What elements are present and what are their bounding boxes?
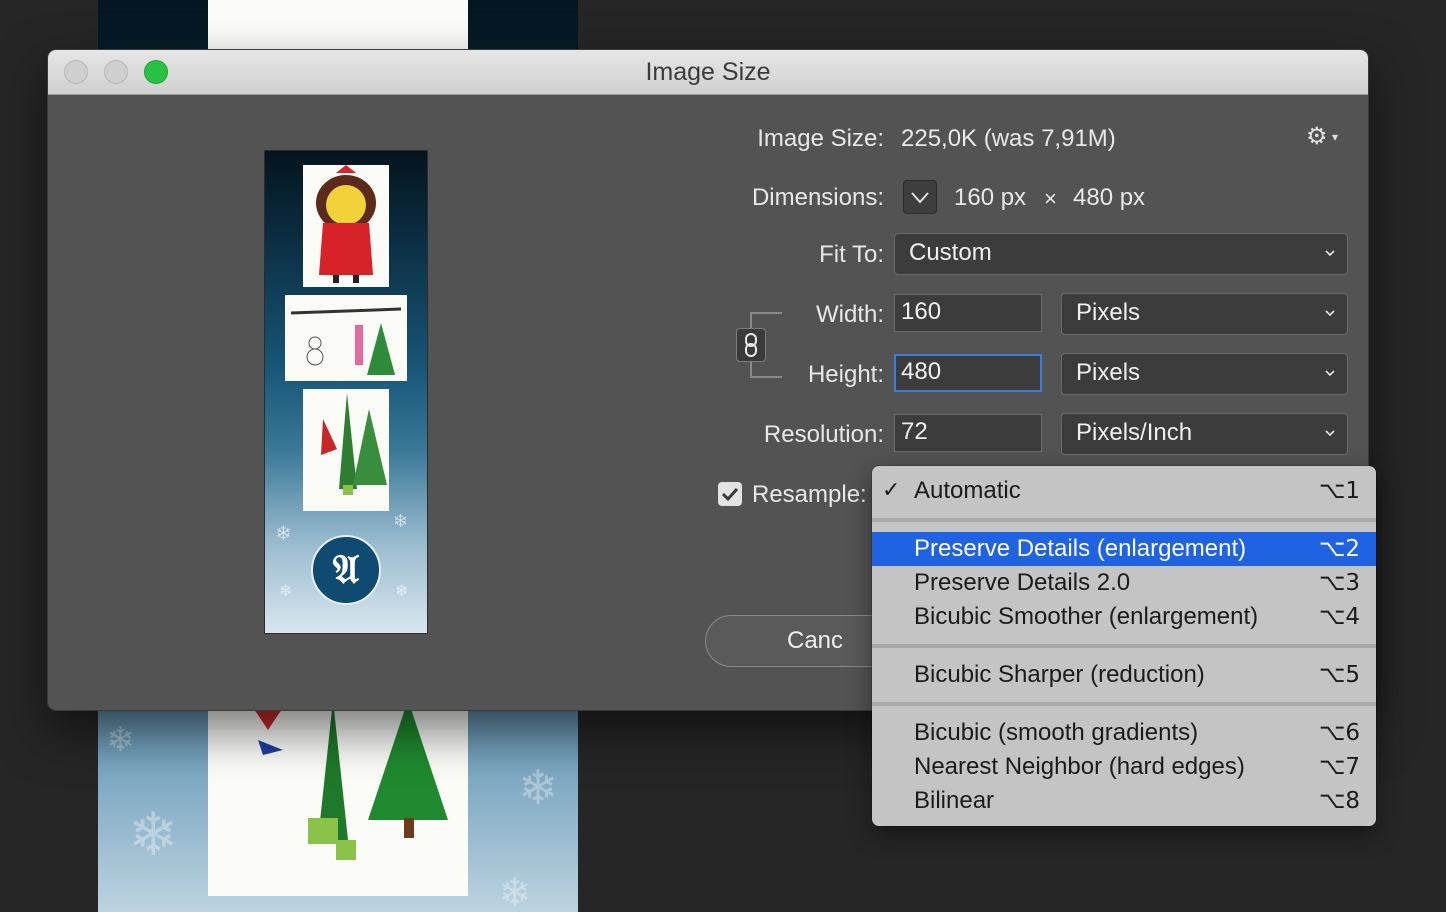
document-drawing-top [208,0,468,50]
constrain-bracket-top [750,312,782,328]
menu-item-bicubic-smoother[interactable]: Bicubic Smoother (enlargement) ⌥4 [872,600,1376,634]
menu-separator [872,702,1376,706]
menu-item-label: Bicubic Smoother (enlargement) [914,603,1259,630]
preview-drawing-trees [303,389,389,511]
menu-item-label: Nearest Neighbor (hard edges) [914,753,1245,780]
menu-item-shortcut: ⌥7 [1318,754,1360,780]
image-size-value: 225,0K (was 7,91M) [901,125,1116,152]
resample-method-menu: ✓ Automatic ⌥1 Preserve Details (enlarge… [872,466,1376,826]
snowflake-icon: ❄ [518,760,559,816]
fit-to-value: Custom [909,239,992,266]
snowflake-icon: ❄ [498,870,532,912]
width-unit-select[interactable]: Pixels [1061,293,1348,335]
checkmark-icon: ✓ [882,478,901,503]
document-drawing-bottom [208,700,468,896]
snowflake-icon: ❄ [393,511,409,532]
image-preview[interactable]: ❄ ❄ ❄ ❄ 𝔄 [264,150,428,634]
chevron-down-icon [1325,250,1335,257]
menu-item-preserve-details[interactable]: Preserve Details (enlargement) ⌥2 [872,532,1376,566]
dimensions-height: 480 px [1073,184,1146,211]
dimensions-width: 160 px [954,184,1027,211]
height-input[interactable]: 480 [894,354,1042,392]
chevron-down-icon[interactable]: ▾ [1332,130,1338,144]
menu-item-automatic[interactable]: ✓ Automatic ⌥1 [872,474,1376,508]
image-size-label: Image Size: [757,125,884,152]
constrain-proportions-button[interactable] [736,328,766,362]
snowflake-icon: ❄ [279,581,293,600]
menu-item-nearest-neighbor[interactable]: Nearest Neighbor (hard edges) ⌥7 [872,750,1376,784]
menu-item-label: Bicubic Sharper (reduction) [914,661,1205,688]
menu-item-label: Preserve Details 2.0 [914,569,1131,596]
resample-label[interactable]: Resample: [752,481,867,509]
gear-icon[interactable]: ⚙ [1306,122,1328,150]
resolution-label: Resolution: [763,421,884,448]
snowflake-icon: ❄ [395,581,409,600]
chevron-down-icon [1325,370,1335,377]
menu-item-shortcut: ⌥4 [1318,604,1360,630]
resolution-input[interactable]: 72 [894,414,1042,452]
chevron-down-icon [1325,310,1335,317]
menu-item-shortcut: ⌥1 [1318,478,1360,504]
resample-checkbox[interactable] [718,482,742,506]
menu-item-label: Bilinear [914,787,995,814]
menu-item-bicubic[interactable]: Bicubic (smooth gradients) ⌥6 [872,716,1376,750]
drawing-art [248,700,448,860]
snowflake-icon: ❄ [275,521,292,545]
snowflake-icon: ❄ [106,720,135,760]
cancel-button-label: Canc [786,627,844,654]
dimensions-label: Dimensions: [751,184,884,211]
fit-to-select[interactable]: Custom [894,233,1348,275]
height-unit-select[interactable]: Pixels [1061,353,1348,395]
preview-drawing-snowman [285,295,407,381]
resolution-unit-select[interactable]: Pixels/Inch [1061,413,1348,455]
width-input[interactable]: 160 [894,294,1042,332]
dialog-title: Image Size [645,58,771,86]
titlebar: Image Size [48,50,1368,95]
menu-item-shortcut: ⌥5 [1318,662,1360,688]
menu-item-shortcut: ⌥8 [1318,788,1360,814]
snowflake-icon: ❄ [128,800,179,870]
menu-item-bilinear[interactable]: Bilinear ⌥8 [872,784,1376,818]
checkmark-icon [721,487,739,502]
chevron-down-icon [911,192,929,204]
menu-separator [872,518,1376,522]
height-label: Height: [807,361,884,388]
menu-item-shortcut: ⌥6 [1318,720,1360,746]
menu-item-bicubic-sharper[interactable]: Bicubic Sharper (reduction) ⌥5 [872,658,1376,692]
menu-item-shortcut: ⌥2 [1318,536,1360,562]
menu-item-shortcut: ⌥3 [1318,570,1360,596]
width-unit-value: Pixels [1076,299,1141,326]
dimensions-unit-toggle[interactable] [903,180,937,214]
menu-item-label: Bicubic (smooth gradients) [914,719,1199,746]
link-icon [745,333,757,357]
dimensions-times: × [1044,186,1057,211]
menu-item-label: Automatic [914,477,1021,504]
chevron-down-icon [1325,430,1335,437]
preview-drawing-girl [303,165,389,287]
menu-item-preserve-details-2[interactable]: Preserve Details 2.0 ⌥3 [872,566,1376,600]
resolution-unit-value: Pixels/Inch [1076,419,1193,446]
menu-separator [872,644,1376,648]
preview-logo: 𝔄 [311,535,381,605]
fit-to-label: Fit To: [819,241,884,268]
height-unit-value: Pixels [1076,359,1141,386]
menu-item-label: Preserve Details (enlargement) [914,535,1247,562]
